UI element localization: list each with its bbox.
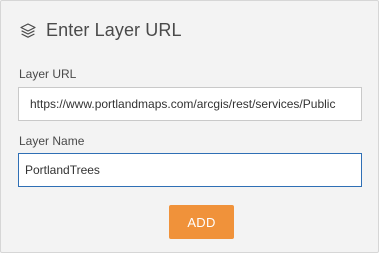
add-button[interactable]: ADD xyxy=(169,205,234,239)
panel-header: Enter Layer URL xyxy=(19,20,182,41)
layer-name-input[interactable] xyxy=(18,153,362,187)
layers-icon xyxy=(19,22,37,40)
add-layer-panel: Enter Layer URL Layer URL Layer Name ADD xyxy=(0,0,379,253)
layer-name-label: Layer Name xyxy=(19,134,85,148)
layer-url-input[interactable] xyxy=(18,87,362,121)
panel-title: Enter Layer URL xyxy=(46,20,182,40)
layer-url-label: Layer URL xyxy=(19,67,77,81)
